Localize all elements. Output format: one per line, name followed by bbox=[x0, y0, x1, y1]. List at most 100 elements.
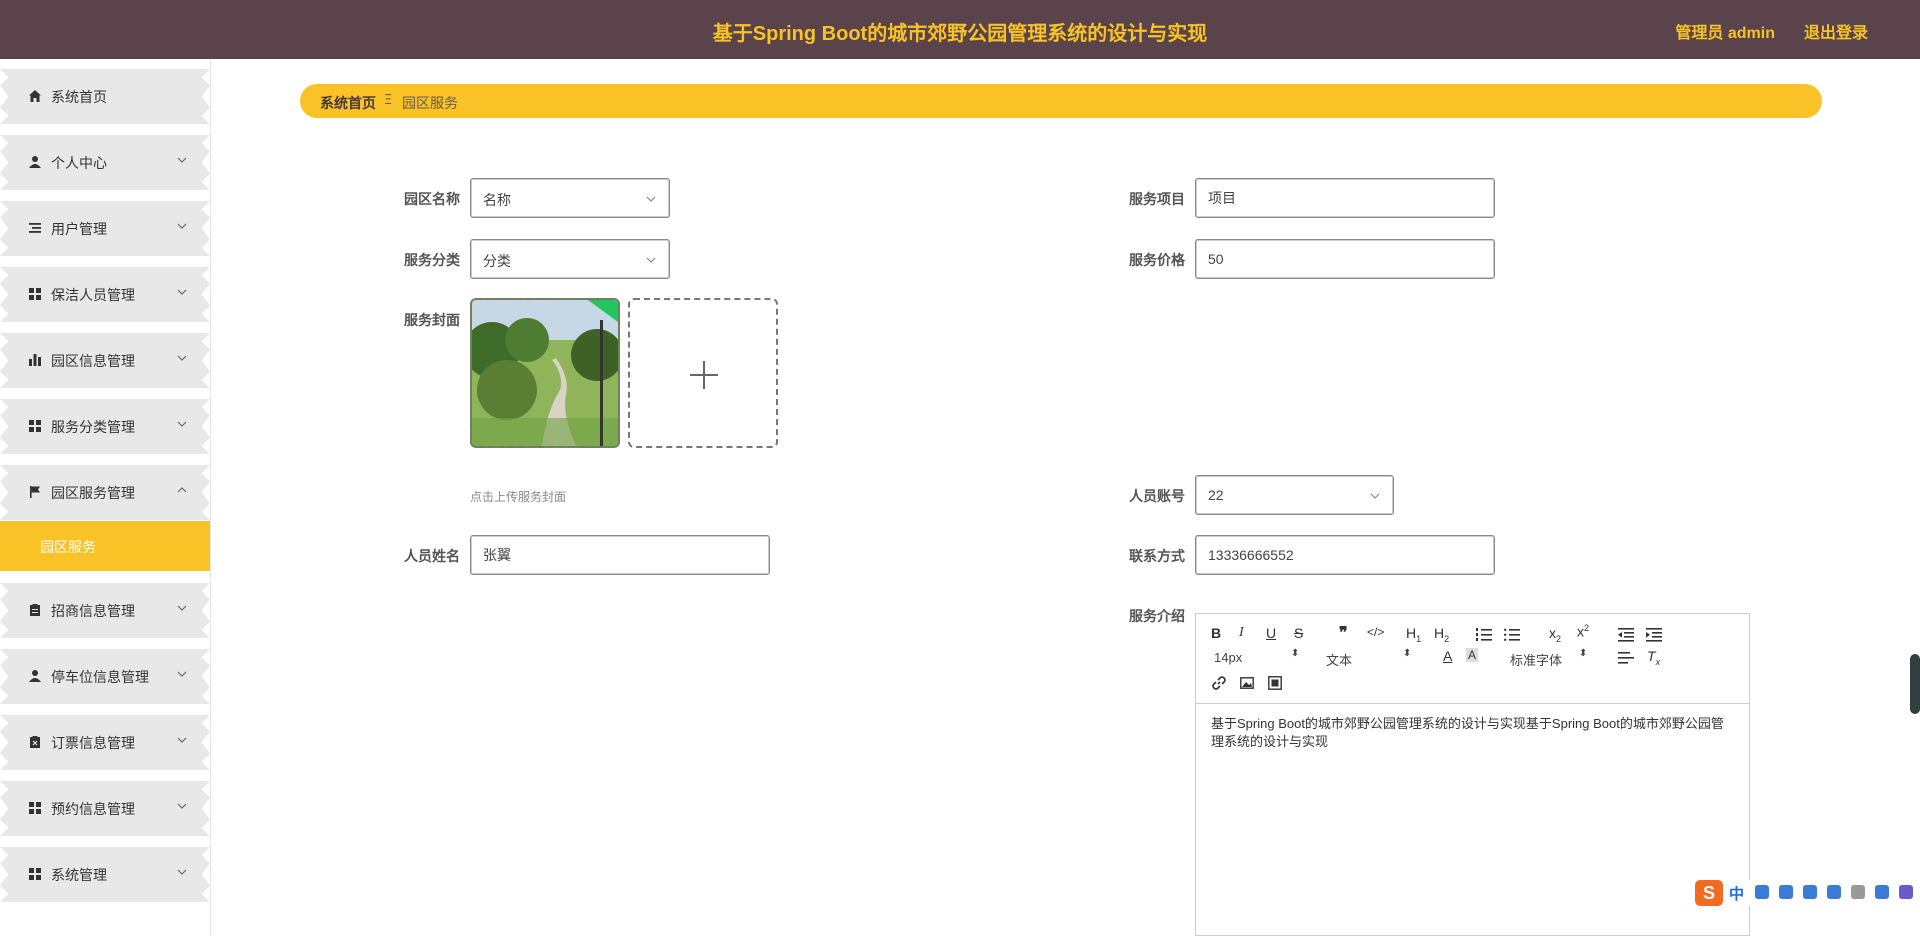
chevron-down-icon bbox=[177, 289, 187, 295]
clear-format-icon[interactable]: Tx bbox=[1647, 648, 1660, 667]
outdent-icon[interactable] bbox=[1618, 628, 1634, 642]
underline-icon[interactable]: U bbox=[1266, 625, 1276, 641]
cover-upload-hint: 点击上传服务封面 bbox=[470, 490, 567, 504]
current-user[interactable]: 管理员 admin bbox=[1675, 19, 1775, 43]
rich-text-editor: B I U S ❞ </> H1 H2 x2 x2 14px ⬍ 文本 ⬍ A … bbox=[1195, 613, 1750, 936]
chevron-down-icon bbox=[177, 869, 187, 875]
logout-button[interactable]: 退出登录 bbox=[1804, 19, 1868, 43]
sidebar-item-park-info-management[interactable]: 园区信息管理 bbox=[0, 333, 210, 388]
video-icon[interactable] bbox=[1268, 676, 1282, 690]
sidebar-item-personal-center[interactable]: 个人中心 bbox=[0, 135, 210, 190]
sidebar-item-ticket-management[interactable]: 订票信息管理 bbox=[0, 715, 210, 770]
superscript-icon[interactable]: x2 bbox=[1577, 623, 1589, 640]
plus-icon-vertical bbox=[703, 361, 705, 389]
punctuation-icon[interactable] bbox=[1779, 885, 1793, 899]
scrollbar-thumb[interactable] bbox=[1910, 654, 1920, 714]
sidebar-item-label: 系统管理 bbox=[51, 867, 107, 883]
chevron-down-icon bbox=[177, 421, 187, 427]
staff-name-field[interactable] bbox=[470, 535, 770, 575]
heading-1-icon[interactable]: H1 bbox=[1406, 625, 1421, 644]
ime-toolbar: S 中 bbox=[1693, 880, 1920, 906]
background-color-icon[interactable]: A bbox=[1466, 648, 1479, 662]
chevron-down-icon bbox=[1370, 493, 1380, 499]
blockquote-icon[interactable]: ❞ bbox=[1339, 623, 1348, 643]
text-color-icon[interactable]: A bbox=[1443, 648, 1452, 664]
heading-2-icon[interactable]: H2 bbox=[1434, 625, 1449, 644]
sidebar-item-home[interactable]: 系统首页 bbox=[0, 69, 210, 124]
service-price-input[interactable] bbox=[1196, 240, 1494, 278]
font-size-select[interactable]: 14px bbox=[1214, 650, 1242, 665]
ime-logo[interactable]: S bbox=[1695, 880, 1723, 906]
breadcrumb-separator: Ξ bbox=[384, 93, 393, 108]
align-left-icon[interactable] bbox=[1618, 652, 1634, 664]
grid-icon bbox=[29, 802, 41, 814]
chevron-down-icon bbox=[177, 223, 187, 229]
sidebar-item-park-service-management[interactable]: 园区服务管理 bbox=[0, 465, 210, 520]
chevron-down-icon bbox=[177, 737, 187, 743]
sidebar-subitem-park-service[interactable]: 园区服务 bbox=[0, 521, 210, 571]
sidebar-item-parking-management[interactable]: 停车位信息管理 bbox=[0, 649, 210, 704]
link-icon[interactable] bbox=[1212, 676, 1226, 690]
staff-name-input[interactable] bbox=[471, 536, 769, 574]
grid-icon bbox=[29, 420, 41, 432]
sidebar-item-label: 预约信息管理 bbox=[51, 801, 135, 817]
subscript-icon[interactable]: x2 bbox=[1549, 625, 1561, 644]
sidebar-item-service-category-management[interactable]: 服务分类管理 bbox=[0, 399, 210, 454]
sidebar-item-system-management[interactable]: 系统管理 bbox=[0, 847, 210, 902]
sidebar-item-label: 园区信息管理 bbox=[51, 353, 135, 369]
sidebar-item-label: 个人中心 bbox=[51, 155, 107, 171]
contact-label: 联系方式 bbox=[1129, 548, 1185, 564]
indent-icon[interactable] bbox=[1646, 628, 1662, 642]
sidebar-item-investment-management[interactable]: 招商信息管理 bbox=[0, 583, 210, 638]
moon-icon[interactable] bbox=[1755, 885, 1769, 899]
font-family-select[interactable]: 标准字体 bbox=[1510, 650, 1562, 669]
staff-name-label: 人员姓名 bbox=[404, 548, 460, 564]
chevron-down-icon bbox=[646, 196, 656, 202]
breadcrumb-home-link[interactable]: 系统首页 bbox=[320, 93, 376, 113]
list-icon bbox=[29, 223, 41, 233]
editor-content[interactable]: 基于Spring Boot的城市郊野公园管理系统的设计与实现基于Spring B… bbox=[1211, 715, 1736, 751]
staff-account-select[interactable]: 22 bbox=[1195, 475, 1394, 515]
contact-field[interactable] bbox=[1195, 535, 1495, 575]
sidebar-item-user-management[interactable]: 用户管理 bbox=[0, 201, 210, 256]
sidebar-item-cleaner-management[interactable]: 保洁人员管理 bbox=[0, 267, 210, 322]
service-item-field[interactable] bbox=[1195, 178, 1495, 218]
sidebar-item-label: 招商信息管理 bbox=[51, 603, 135, 619]
chevron-down-icon bbox=[177, 671, 187, 677]
ordered-list-icon[interactable] bbox=[1476, 628, 1492, 642]
shirt-icon[interactable] bbox=[1875, 885, 1889, 899]
park-name-label: 园区名称 bbox=[404, 191, 460, 207]
apps-icon[interactable] bbox=[1899, 885, 1913, 899]
cover-label: 服务封面 bbox=[404, 312, 460, 328]
keyboard-icon[interactable] bbox=[1827, 885, 1841, 899]
italic-icon[interactable]: I bbox=[1239, 625, 1244, 641]
sidebar-item-label: 用户管理 bbox=[51, 221, 107, 237]
bullet-list-icon[interactable] bbox=[1504, 628, 1520, 642]
cover-thumbnail[interactable] bbox=[470, 298, 620, 448]
block-type-select-arrows: ⬍ bbox=[1403, 648, 1412, 659]
microphone-icon[interactable] bbox=[1803, 885, 1817, 899]
chevron-down-icon bbox=[177, 605, 187, 611]
strikethrough-icon[interactable]: S bbox=[1294, 625, 1303, 641]
image-icon[interactable] bbox=[1240, 676, 1254, 690]
park-name-select-value: 名称 bbox=[483, 192, 511, 208]
service-item-input[interactable] bbox=[1196, 179, 1494, 217]
home-icon bbox=[29, 90, 41, 102]
sidebar-item-label: 系统首页 bbox=[51, 89, 107, 105]
ime-language[interactable]: 中 bbox=[1729, 883, 1744, 904]
service-category-select[interactable]: 分类 bbox=[470, 239, 670, 279]
service-price-field[interactable] bbox=[1195, 239, 1495, 279]
sidebar-item-reservation-management[interactable]: 预约信息管理 bbox=[0, 781, 210, 836]
park-name-select[interactable]: 名称 bbox=[470, 178, 670, 218]
user-icon[interactable] bbox=[1851, 885, 1865, 899]
chevron-down-icon bbox=[177, 355, 187, 361]
block-type-select[interactable]: 文本 bbox=[1326, 650, 1352, 669]
clipboard-x-icon bbox=[30, 736, 40, 748]
contact-input[interactable] bbox=[1196, 536, 1494, 574]
bold-icon[interactable]: B bbox=[1211, 625, 1221, 641]
cover-upload-button[interactable] bbox=[628, 298, 778, 448]
code-icon[interactable]: </> bbox=[1367, 625, 1384, 639]
park-path-image bbox=[472, 300, 618, 446]
breadcrumb-current: 园区服务 bbox=[402, 95, 458, 111]
sidebar-item-label: 停车位信息管理 bbox=[51, 669, 149, 685]
